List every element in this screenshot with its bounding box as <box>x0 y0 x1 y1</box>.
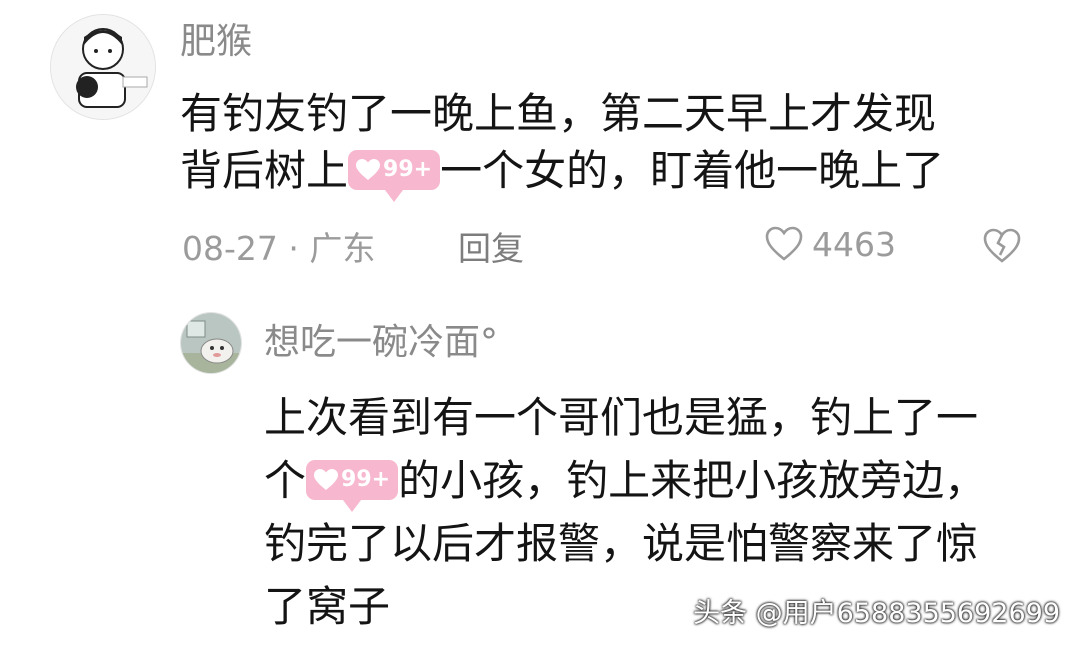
like-count: 4463 <box>812 224 896 264</box>
avatar-cartoon-icon <box>51 15 155 119</box>
comment-text-line-2: 背后树上 99+ 一个女的，盯着他一晚上了 <box>180 142 945 202</box>
reply-heart-sticker: 99+ <box>306 459 399 512</box>
comment-heart-sticker: 99+ <box>348 149 441 202</box>
reply-text-line-2: 个 99+ 的小孩，钓上来把小孩放旁边， <box>264 452 987 512</box>
comment-sticker-count: 99+ <box>383 156 433 182</box>
reply-text-line-1: 上次看到有一个哥们也是猛，钓上了一 <box>264 393 979 442</box>
reply-text-line-3: 钓完了以后才报警，说是怕警察来了惊 <box>264 519 979 568</box>
heart-sticker-icon <box>314 468 339 490</box>
comment-reply-button[interactable]: 回复 <box>458 232 524 265</box>
reply-username[interactable]: 想吃一碗冷面° <box>264 325 498 361</box>
comment-text-line-2-after: 一个女的，盯着他一晚上了 <box>440 146 945 195</box>
like-button[interactable]: 4463 <box>764 226 896 262</box>
comment-text-line-2-before: 背后树上 <box>180 146 349 195</box>
reply-sticker-count: 99+ <box>341 466 391 492</box>
comment-date-location: 08-27 · 广东 <box>182 229 376 268</box>
comment-text-line-1: 有钓友钓了一晚上鱼，第二天早上才发现 <box>180 89 937 138</box>
broken-heart-icon <box>983 228 1021 263</box>
reply-text-line-4: 了窝子 <box>264 582 391 631</box>
heart-outline-icon <box>765 226 803 261</box>
reply-text-line-2-after: 的小孩，钓上来把小孩放旁边， <box>398 456 987 505</box>
comment-avatar[interactable] <box>50 14 156 120</box>
dislike-button[interactable] <box>982 228 1022 268</box>
watermark: 头条 @用户6588355692699 <box>693 598 1060 629</box>
reply-text-line-2-before: 个 <box>264 456 307 505</box>
avatar-room-icon <box>181 313 241 373</box>
comment-username[interactable]: 肥猴 <box>180 24 252 60</box>
heart-sticker-icon <box>356 158 381 180</box>
reply-avatar[interactable] <box>180 312 242 374</box>
